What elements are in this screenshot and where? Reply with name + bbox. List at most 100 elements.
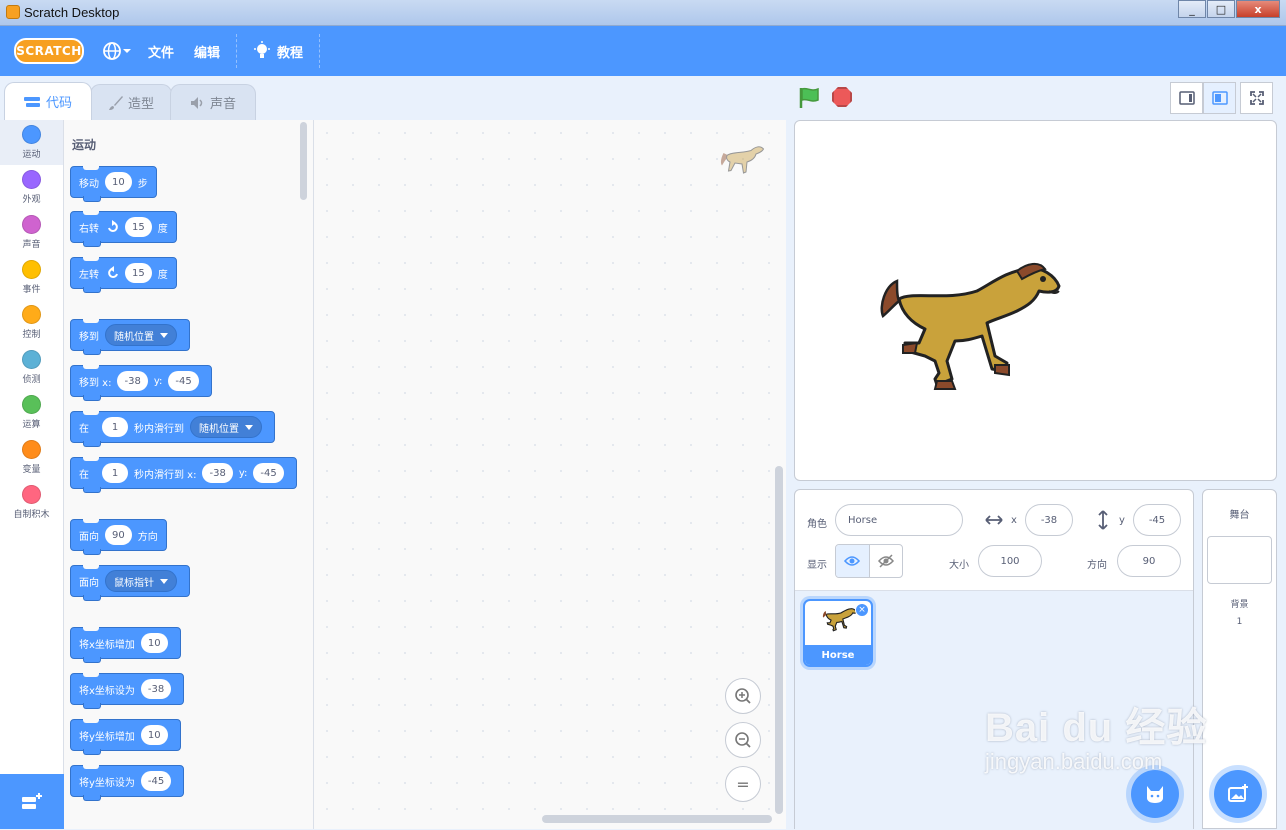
block-input[interactable]: -38 xyxy=(140,679,172,699)
block-input[interactable]: -38 xyxy=(117,371,148,391)
stage-backdrop-thumbnail[interactable] xyxy=(1207,536,1272,584)
category-motion[interactable]: 运动 xyxy=(0,120,63,165)
block-text: 在 xyxy=(79,469,89,481)
category-dot xyxy=(22,485,41,504)
block-turn-right[interactable]: 右转 15 度 xyxy=(70,211,177,247)
block-text: y: xyxy=(238,467,248,479)
fullscreen-button[interactable] xyxy=(1240,82,1273,114)
block-dropdown[interactable]: 鼠标指针 xyxy=(105,570,177,592)
lightbulb-icon xyxy=(254,41,271,58)
block-input[interactable]: 1 xyxy=(102,417,128,437)
horse-sprite[interactable] xyxy=(877,261,1067,406)
code-workspace[interactable]: = xyxy=(314,120,786,829)
block-text: y: xyxy=(153,375,163,387)
workspace-sprite-indicator xyxy=(720,146,765,174)
stop-button[interactable] xyxy=(832,87,852,107)
eye-slash-icon xyxy=(877,554,894,568)
minimize-button[interactable]: _ xyxy=(1178,0,1206,18)
category-variables[interactable]: 变量 xyxy=(0,435,63,480)
backdrops-label: 背景 xyxy=(1230,600,1249,610)
block-input[interactable]: 10 xyxy=(140,633,168,653)
y-label: y xyxy=(1119,515,1125,526)
visibility-toggle xyxy=(835,544,903,578)
block-text: 将y坐标设为 xyxy=(79,777,135,789)
language-menu[interactable] xyxy=(102,41,132,61)
x-arrows-icon xyxy=(985,515,1003,525)
stage-canvas[interactable] xyxy=(794,120,1277,481)
block-turn-left[interactable]: 左转 15 度 xyxy=(70,257,177,293)
block-input[interactable]: 1 xyxy=(102,463,128,483)
workspace-horizontal-scrollbar[interactable] xyxy=(542,815,772,823)
small-stage-button[interactable] xyxy=(1170,82,1203,114)
block-set-y[interactable]: 将y坐标设为 -45 xyxy=(70,765,185,801)
maximize-button[interactable]: □ xyxy=(1207,0,1235,18)
block-input[interactable]: -45 xyxy=(253,463,284,483)
category-looks[interactable]: 外观 xyxy=(0,165,63,210)
add-extension-button[interactable] xyxy=(0,774,64,829)
block-dropdown[interactable]: 随机位置 xyxy=(105,324,177,346)
tab-costumes[interactable]: 造型 xyxy=(90,84,172,120)
workspace-vertical-scrollbar[interactable] xyxy=(775,466,783,814)
block-input[interactable]: 15 xyxy=(125,217,152,237)
block-dropdown[interactable]: 随机位置 xyxy=(190,416,262,438)
sprite-name-input[interactable]: Horse xyxy=(835,504,963,536)
block-input[interactable]: -45 xyxy=(140,771,172,791)
block-change-y[interactable]: 将y坐标增加 10 xyxy=(70,719,181,755)
caret-down-icon xyxy=(123,49,131,53)
block-set-x[interactable]: 将x坐标设为 -38 xyxy=(70,673,185,709)
tab-sounds[interactable]: 声音 xyxy=(170,84,256,120)
direction-input[interactable]: 90 xyxy=(1117,545,1181,577)
delete-sprite-button[interactable]: × xyxy=(855,603,869,617)
show-sprite-button[interactable] xyxy=(836,545,870,577)
sprite-thumbnail[interactable]: × Horse xyxy=(803,599,873,667)
file-menu[interactable]: 文件 xyxy=(148,42,174,61)
zoom-reset-button[interactable]: = xyxy=(725,766,761,802)
cat-icon xyxy=(1147,786,1163,803)
category-label: 声音 xyxy=(22,240,41,250)
x-input[interactable]: -38 xyxy=(1025,504,1073,536)
block-change-x[interactable]: 将x坐标增加 10 xyxy=(70,627,181,663)
rotate-right-icon xyxy=(108,220,118,232)
scratch-logo[interactable]: SCRATCH xyxy=(14,38,84,64)
block-text: 将y坐标增加 xyxy=(79,731,135,743)
category-operators[interactable]: 运算 xyxy=(0,390,63,435)
category-dot xyxy=(22,170,41,189)
tutorials-menu[interactable]: 教程 xyxy=(253,41,303,61)
block-glide-xy[interactable]: 在 1 秒内滑行到 x: -38 y: -45 xyxy=(70,457,297,493)
category-my-blocks[interactable]: 自制积木 xyxy=(0,480,63,525)
brush-icon xyxy=(108,95,123,110)
block-input[interactable]: 10 xyxy=(105,172,132,192)
block-glide[interactable]: 在 1 秒内滑行到 随机位置 xyxy=(70,411,275,447)
choose-sprite-button[interactable] xyxy=(1131,770,1179,818)
block-input[interactable]: 10 xyxy=(140,725,168,745)
green-flag-icon[interactable] xyxy=(798,86,822,110)
backdrops-count: 1 xyxy=(1236,617,1243,627)
block-point-direction[interactable]: 面向 90 方向 xyxy=(70,519,167,555)
category-control[interactable]: 控制 xyxy=(0,300,63,345)
zoom-out-button[interactable] xyxy=(725,722,761,758)
category-events[interactable]: 事件 xyxy=(0,255,63,300)
close-window-button[interactable]: x xyxy=(1236,0,1280,18)
block-input[interactable]: 15 xyxy=(125,263,152,283)
category-sensing[interactable]: 侦测 xyxy=(0,345,63,390)
block-goto-xy[interactable]: 移到 x: -38 y: -45 xyxy=(70,365,212,401)
block-move-steps[interactable]: 移动 10 步 xyxy=(70,166,157,202)
category-sound[interactable]: 声音 xyxy=(0,210,63,255)
block-input[interactable]: -45 xyxy=(168,371,199,391)
hide-sprite-button[interactable] xyxy=(870,545,903,577)
block-input[interactable]: 90 xyxy=(105,525,132,545)
size-input[interactable]: 100 xyxy=(978,545,1042,577)
block-point-towards[interactable]: 面向 鼠标指针 xyxy=(70,565,190,601)
palette-scrollbar[interactable] xyxy=(300,122,307,200)
block-goto[interactable]: 移到 随机位置 xyxy=(70,319,190,355)
edit-menu[interactable]: 编辑 xyxy=(194,42,220,61)
y-input[interactable]: -45 xyxy=(1133,504,1181,536)
block-text: 在 xyxy=(79,423,89,435)
tab-code-label: 代码 xyxy=(45,96,72,111)
tab-code[interactable]: 代码 xyxy=(4,82,92,120)
choose-backdrop-button[interactable] xyxy=(1214,770,1262,818)
zoom-in-button[interactable] xyxy=(725,678,761,714)
large-stage-button[interactable] xyxy=(1203,82,1236,114)
block-input[interactable]: -38 xyxy=(202,463,233,483)
category-dot xyxy=(22,215,41,234)
